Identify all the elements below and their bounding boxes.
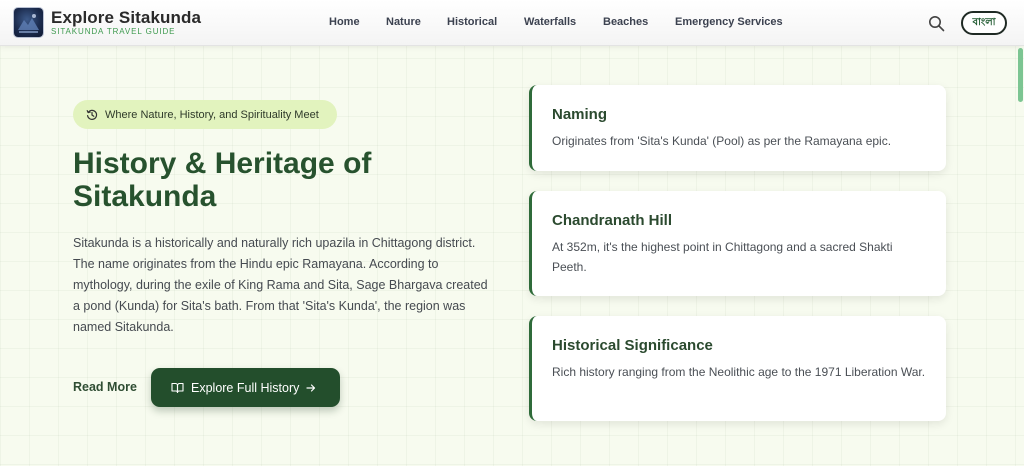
nav-nature[interactable]: Nature	[386, 16, 421, 30]
language-toggle-button[interactable]: বাংলা	[961, 11, 1007, 35]
read-more-link[interactable]: Read More	[73, 380, 137, 394]
nav-beaches[interactable]: Beaches	[603, 16, 648, 30]
card-text: Originates from 'Sita's Kunda' (Pool) as…	[552, 134, 892, 148]
book-icon	[171, 382, 184, 393]
card-title: Naming	[552, 106, 608, 123]
scrollbar-thumb[interactable]	[1018, 48, 1023, 102]
card-title: Chandranath Hill	[552, 212, 673, 229]
nav-home[interactable]: Home	[329, 16, 360, 30]
card-title: Historical Significance	[552, 337, 713, 354]
tagline-badge: Where Nature, History, and Spirituality …	[73, 100, 337, 129]
nav-historical[interactable]: Historical	[447, 16, 497, 30]
intro-paragraph: Sitakunda is a historically and naturall…	[73, 236, 488, 334]
explore-full-history-button[interactable]: Explore Full History	[151, 368, 340, 407]
logo-icon[interactable]	[14, 8, 43, 37]
top-navigation-bar: Explore Sitakunda SITAKUNDA TRAVEL GUIDE…	[0, 0, 1024, 46]
brand-title[interactable]: Explore Sitakunda	[51, 8, 201, 28]
arrow-right-icon	[306, 383, 316, 392]
nav-emergency-services[interactable]: Emergency Services	[675, 16, 783, 30]
tagline-text: Where Nature, History, and Spirituality …	[105, 108, 319, 121]
page-title: History & Heritage of Sitakunda	[73, 147, 372, 213]
card-text: Rich history ranging from the Neolithic …	[552, 365, 926, 379]
card-chandranath-hill: Chandranath Hill At 352m, it's the highe…	[529, 191, 946, 296]
card-text: At 352m, it's the highest point in Chitt…	[552, 240, 893, 274]
brand-subtitle: SITAKUNDA TRAVEL GUIDE	[51, 27, 176, 36]
search-icon[interactable]	[928, 15, 945, 32]
card-historical-significance: Historical Significance Rich history ran…	[529, 316, 946, 421]
nav-waterfalls[interactable]: Waterfalls	[524, 16, 576, 30]
history-icon	[86, 109, 98, 120]
explore-button-label: Explore Full History	[191, 380, 300, 395]
card-naming: Naming Originates from 'Sita's Kunda' (P…	[529, 85, 946, 171]
